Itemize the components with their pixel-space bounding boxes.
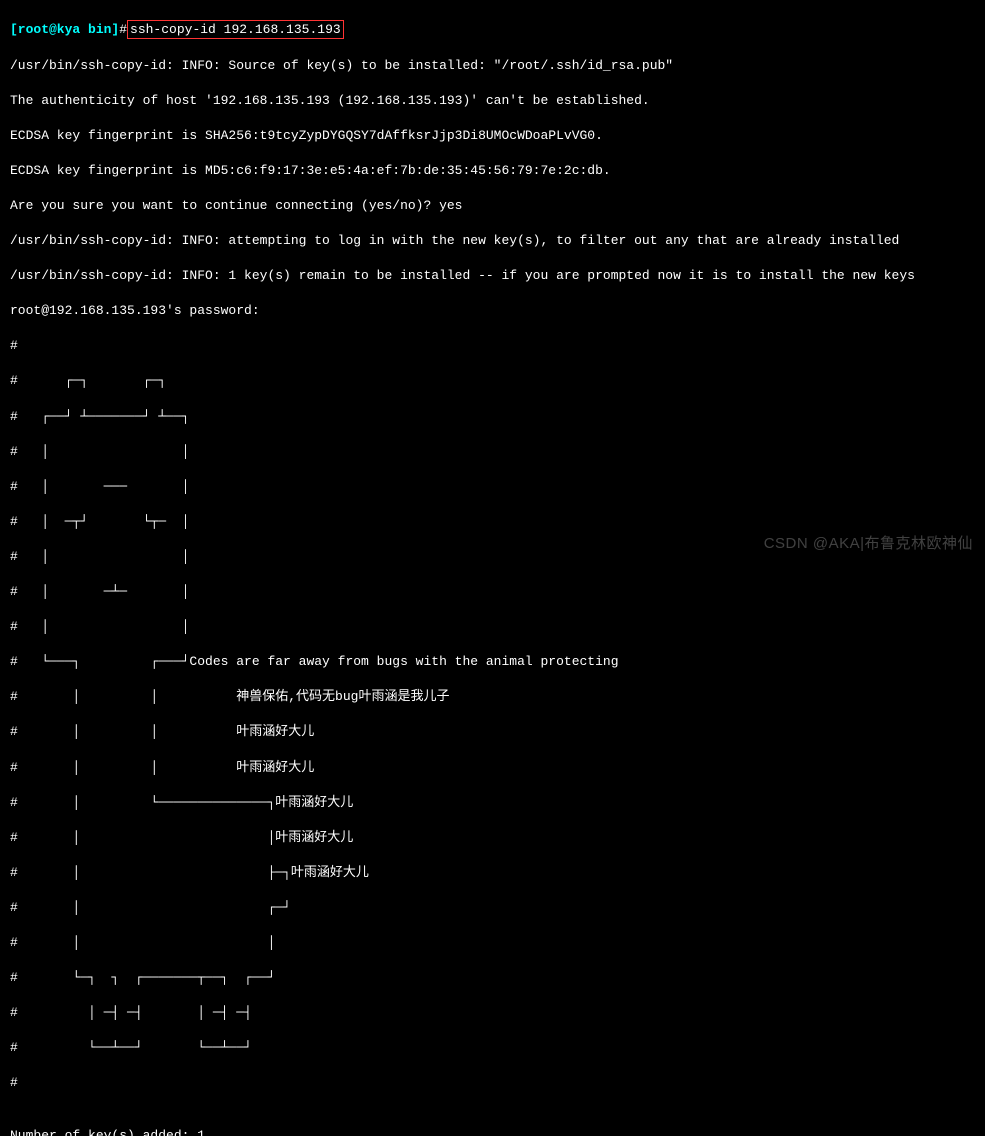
ascii-art-line: # │ │叶雨涵好大儿 — [10, 829, 975, 847]
highlighted-command: ssh-copy-id 192.168.135.193 — [127, 20, 344, 40]
output-line: /usr/bin/ssh-copy-id: INFO: attempting t… — [10, 232, 975, 250]
ascii-art-line: # │ │ 叶雨涵好大儿 — [10, 759, 975, 777]
ascii-art-line: # │ │ — [10, 618, 975, 636]
ascii-art-line: # │ ├─┐叶雨涵好大儿 — [10, 864, 975, 882]
output-line: /usr/bin/ssh-copy-id: INFO: 1 key(s) rem… — [10, 267, 975, 285]
ascii-art-line: # — [10, 337, 975, 355]
output-line: The authenticity of host '192.168.135.19… — [10, 92, 975, 110]
terminal-output[interactable]: [root@kya bin]#ssh-copy-id 192.168.135.1… — [10, 2, 975, 1136]
output-line: Are you sure you want to continue connec… — [10, 197, 975, 215]
ascii-art-line: # │ └──────────────┐叶雨涵好大儿 — [10, 794, 975, 812]
ascii-art-line: # │ ─┬┘ └┬─ │ — [10, 513, 975, 531]
ascii-art-line: # └───┐ ┌───┘Codes are far away from bug… — [10, 653, 975, 671]
ascii-art-line: # └─┐ ┐ ┌───────┬──┐ ┌──┘ — [10, 969, 975, 987]
ascii-art-line: # — [10, 1074, 975, 1092]
ascii-art-line: # ┌──┘ ┴───────┘ ┴──┐ — [10, 408, 975, 426]
ascii-art-line: # │ ─── │ — [10, 478, 975, 496]
ascii-art-line: # │ │ 叶雨涵好大儿 — [10, 723, 975, 741]
ascii-art-line: # └──┴──┘ └──┴──┘ — [10, 1039, 975, 1057]
ascii-art-line: # │ ┌─┘ — [10, 899, 975, 917]
ascii-art-line: # │ ─┴─ │ — [10, 583, 975, 601]
ascii-art-line: # │ │ — [10, 443, 975, 461]
command-line[interactable]: [root@kya bin]#ssh-copy-id 192.168.135.1… — [10, 20, 975, 40]
ascii-art-line: # ┌─┐ ┌─┐ — [10, 372, 975, 390]
output-line: ECDSA key fingerprint is SHA256:t9tcyZyp… — [10, 127, 975, 145]
ascii-art-line: # │ │ 神兽保佑,代码无bug叶雨涵是我儿子 — [10, 688, 975, 706]
command-text: ssh-copy-id 192.168.135.193 — [130, 22, 341, 37]
prompt-user-host: [root@kya bin] — [10, 22, 119, 37]
output-line: root@192.168.135.193's password: — [10, 302, 975, 320]
ascii-art-line: # │ │ — [10, 934, 975, 952]
prompt-separator: # — [119, 22, 127, 37]
output-line: /usr/bin/ssh-copy-id: INFO: Source of ke… — [10, 57, 975, 75]
csdn-watermark: CSDN @AKA|布鲁克林欧神仙 — [764, 534, 973, 554]
ascii-art-line: # │ ─┤ ─┤ │ ─┤ ─┤ — [10, 1004, 975, 1022]
output-line: ECDSA key fingerprint is MD5:c6:f9:17:3e… — [10, 162, 975, 180]
output-line: Number of key(s) added: 1 — [10, 1127, 975, 1136]
